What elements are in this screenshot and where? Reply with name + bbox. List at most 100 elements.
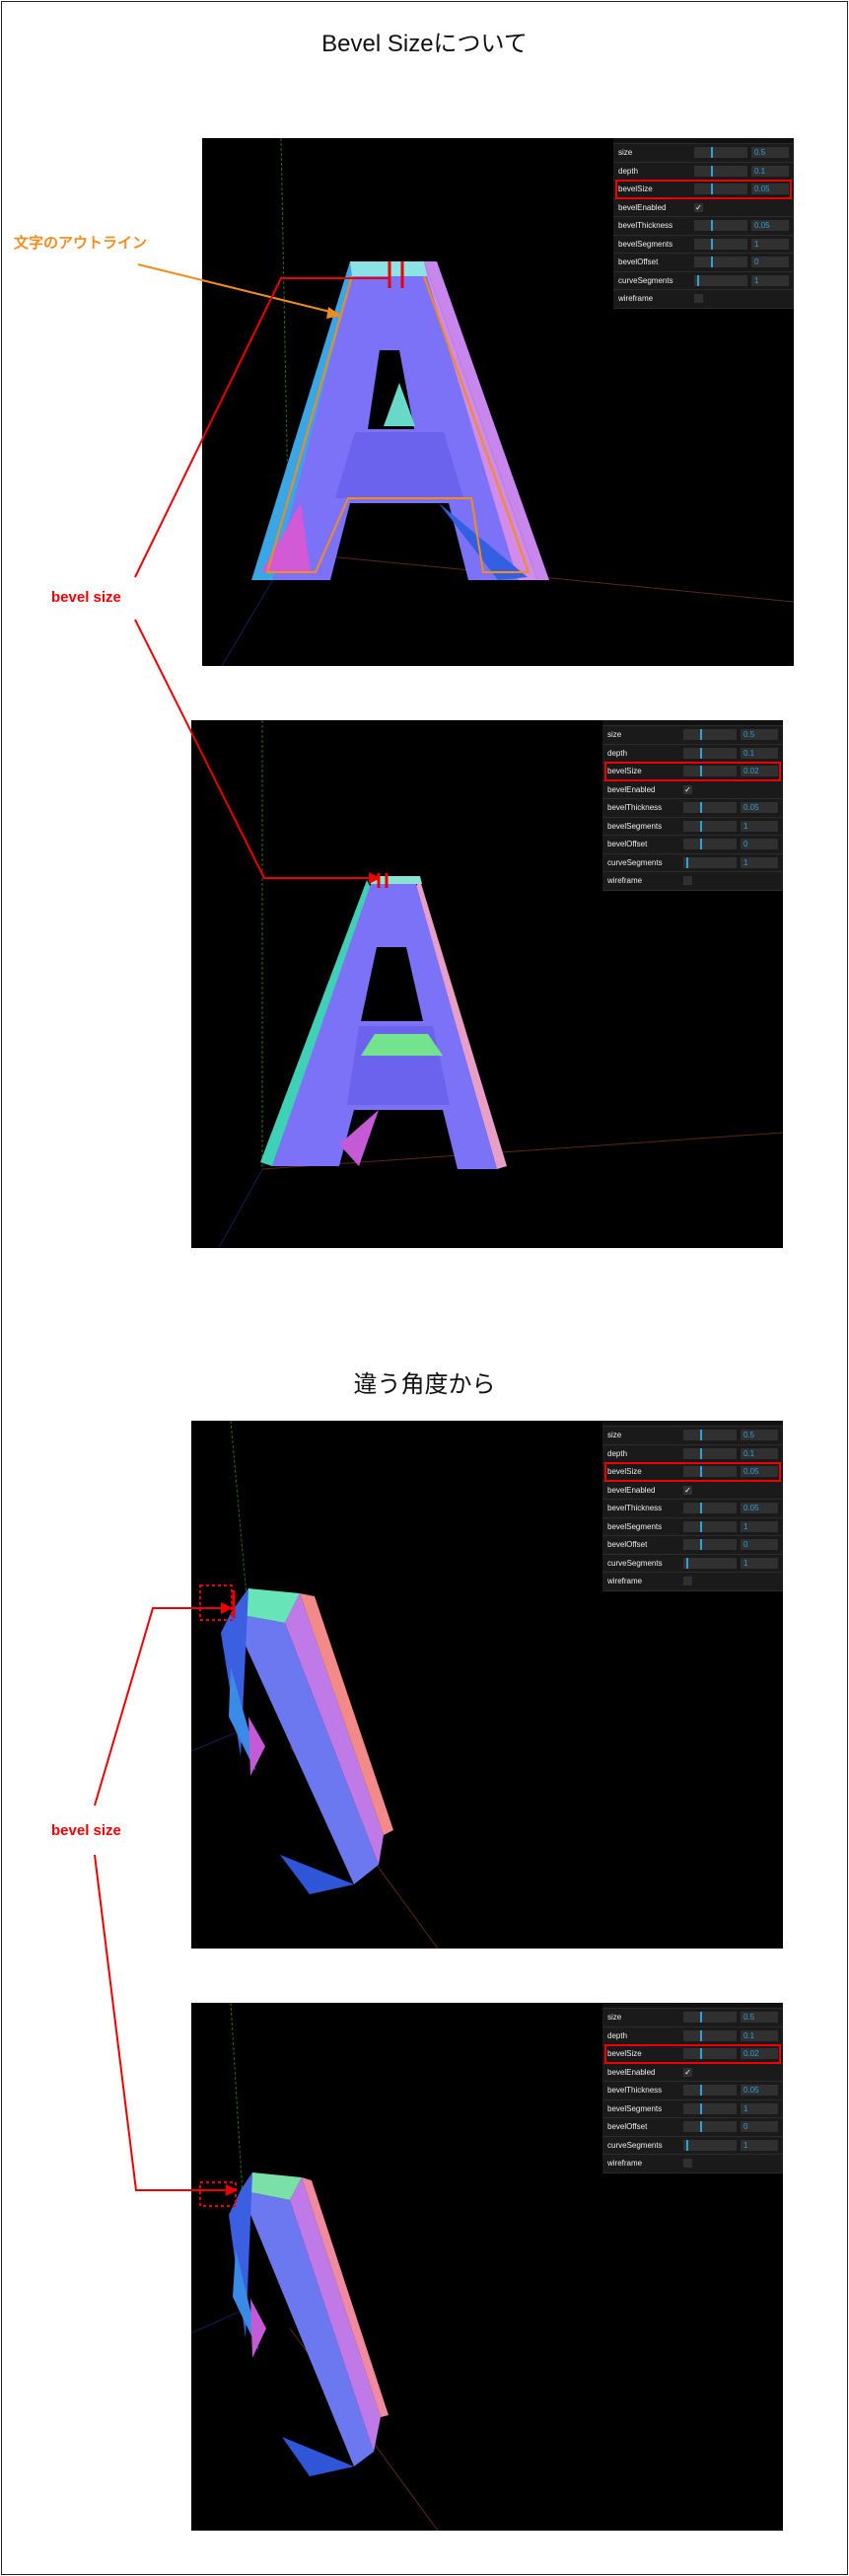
gui-row-bevelenabled[interactable]: bevelEnabled ✓ [602,2064,783,2082]
gui-number-depth[interactable]: 0.1 [741,2029,778,2041]
gui-row-bevelsize[interactable]: bevelSize 0.02 [602,762,783,781]
slider-handle[interactable] [700,2121,703,2132]
slider-handle[interactable] [711,184,714,194]
gui-slider-bevelsegments[interactable] [694,238,747,250]
gui-number-beveloffset[interactable]: 0 [741,839,778,849]
gui-number-beveloffset[interactable]: 0 [751,257,789,267]
gui-slider-depth[interactable] [694,165,747,177]
gui-row-curvesegments[interactable]: curveSegments 1 [613,272,794,290]
gui-row-beveloffset[interactable]: bevelOffset 0 [602,836,783,854]
slider-handle[interactable] [700,1430,703,1440]
gui-row-size[interactable]: size 0.5 [602,726,783,745]
slider-handle[interactable] [711,165,714,177]
slider-handle[interactable] [685,2139,688,2151]
gui-slider-beveloffset[interactable] [683,839,737,849]
gui-row-size[interactable]: size 0.5 [602,1427,783,1445]
slider-handle[interactable] [700,2102,703,2114]
gui-slider-bevelsegments[interactable] [683,2102,737,2114]
gui-number-bevelsize[interactable]: 0.02 [741,766,778,776]
gui-number-bevelthickness[interactable]: 0.05 [741,1503,778,1513]
gui-checkbox-wireframe[interactable] [683,2159,692,2168]
gui-number-bevelthickness[interactable]: 0.05 [741,802,778,813]
gui-row-bevelthickness[interactable]: bevelThickness 0.05 [602,1500,783,1518]
slider-handle[interactable] [700,802,703,813]
gui-row-wireframe[interactable]: wireframe [602,872,783,891]
gui-slider-bevelthickness[interactable] [683,802,737,813]
gui-row-wireframe[interactable]: wireframe [613,290,794,309]
gui-slider-bevelsize[interactable] [683,766,737,776]
gui-number-curvesegments[interactable]: 1 [741,2139,778,2151]
gui-number-size[interactable]: 0.5 [751,147,789,158]
gui-number-depth[interactable]: 0.1 [741,1447,778,1459]
slider-handle[interactable] [711,220,714,231]
gui-number-bevelsegments[interactable]: 1 [741,2102,778,2114]
slider-handle[interactable] [711,147,714,158]
gui-number-bevelsegments[interactable]: 1 [741,820,778,832]
gui-slider-bevelsegments[interactable] [683,820,737,832]
gui-row-bevelsegments[interactable]: bevelSegments 1 [602,818,783,836]
gui-number-beveloffset[interactable]: 0 [741,2121,778,2132]
gui-row-beveloffset[interactable]: bevelOffset 0 [602,2118,783,2137]
gui-slider-size[interactable] [683,1430,737,1440]
slider-handle[interactable] [696,274,699,286]
gui-number-bevelsize[interactable]: 0.02 [741,2048,778,2059]
gui-row-bevelsize[interactable]: bevelSize 0.02 [602,2044,783,2064]
gui-slider-curvesegments[interactable] [683,2139,737,2151]
gui-checkbox-bevelenabled[interactable]: ✓ [694,202,703,212]
gui-slider-bevelsize[interactable] [683,1466,737,1477]
gui-number-depth[interactable]: 0.1 [741,747,778,759]
slider-handle[interactable] [711,257,714,267]
gui-row-wireframe[interactable]: wireframe [602,1573,783,1591]
gui-number-size[interactable]: 0.5 [741,1430,778,1440]
gui-checkbox-bevelenabled[interactable]: ✓ [683,784,692,794]
gui-number-bevelsize[interactable]: 0.05 [751,184,789,194]
gui-slider-bevelsize[interactable] [694,184,747,194]
slider-handle[interactable] [700,1539,703,1550]
gui-row-bevelthickness[interactable]: bevelThickness 0.05 [613,217,794,236]
gui-number-bevelthickness[interactable]: 0.05 [751,220,789,231]
gui-checkbox-wireframe[interactable] [683,1577,692,1585]
gui-number-depth[interactable]: 0.1 [751,165,789,177]
slider-handle[interactable] [700,729,703,740]
gui-slider-curvesegments[interactable] [683,1557,737,1569]
viewport-panel-1[interactable]: size 0.5 depth 0.1 bevelSize 0.05 bevelEnabled… [202,138,794,666]
gui-slider-size[interactable] [683,2012,737,2023]
gui-number-size[interactable]: 0.5 [741,729,778,740]
gui-row-bevelenabled[interactable]: bevelEnabled ✓ [602,1482,783,1500]
gui-checkbox-wireframe[interactable] [683,876,692,885]
gui-row-bevelenabled[interactable]: bevelEnabled ✓ [613,199,794,217]
viewport-panel-4[interactable]: size 0.5 depth 0.1 bevelSize 0.02 bevelEnabled… [191,2003,783,2531]
gui-row-beveloffset[interactable]: bevelOffset 0 [602,1536,783,1555]
gui-slider-bevelthickness[interactable] [694,220,747,231]
gui-slider-size[interactable] [694,147,747,158]
gui-row-beveloffset[interactable]: bevelOffset 0 [613,254,794,272]
gui-number-bevelsegments[interactable]: 1 [741,1520,778,1532]
slider-handle[interactable] [711,238,714,250]
slider-handle[interactable] [700,2048,703,2059]
gui-row-bevelsize[interactable]: bevelSize 0.05 [613,180,794,199]
gui-number-curvesegments[interactable]: 1 [751,274,789,286]
gui-row-bevelthickness[interactable]: bevelThickness 0.05 [602,799,783,818]
gui-slider-bevelsegments[interactable] [683,1520,737,1532]
slider-handle[interactable] [700,820,703,832]
slider-handle[interactable] [700,2012,703,2023]
gui-slider-size[interactable] [683,729,737,740]
gui-slider-depth[interactable] [683,747,737,759]
gui-slider-beveloffset[interactable] [683,1539,737,1550]
gui-row-bevelsegments[interactable]: bevelSegments 1 [602,2100,783,2118]
gui-row-depth[interactable]: depth 0.1 [602,745,783,763]
gui-checkbox-bevelenabled[interactable]: ✓ [683,1485,692,1495]
gui-row-curvesegments[interactable]: curveSegments 1 [602,2137,783,2155]
slider-handle[interactable] [700,1466,703,1477]
slider-handle[interactable] [700,2085,703,2096]
gui-row-bevelthickness[interactable]: bevelThickness 0.05 [602,2082,783,2100]
slider-handle[interactable] [700,2029,703,2041]
gui-row-curvesegments[interactable]: curveSegments 1 [602,854,783,872]
gui-number-curvesegments[interactable]: 1 [741,856,778,868]
gui-number-bevelthickness[interactable]: 0.05 [741,2085,778,2096]
slider-handle[interactable] [685,1557,688,1569]
gui-row-bevelenabled[interactable]: bevelEnabled ✓ [602,781,783,799]
gui-slider-bevelsize[interactable] [683,2048,737,2059]
gui-number-beveloffset[interactable]: 0 [741,1539,778,1550]
gui-number-bevelsize[interactable]: 0.05 [741,1466,778,1477]
